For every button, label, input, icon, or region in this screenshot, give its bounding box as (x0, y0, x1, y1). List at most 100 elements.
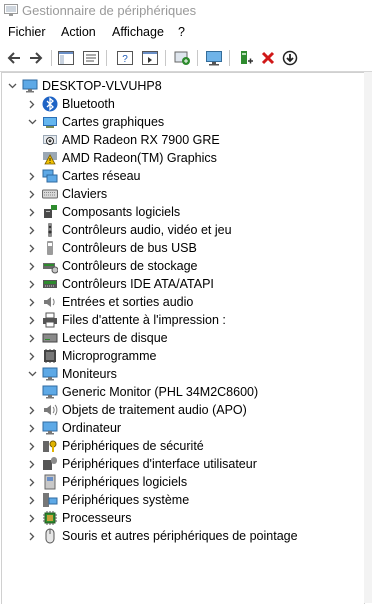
tree-item-label: Composants logiciels (62, 205, 181, 219)
tree-root[interactable]: DESKTOP-VLVUHP8 (6, 77, 162, 95)
tree-category-row[interactable]: Entrées et sorties audio (26, 293, 193, 311)
action-pane-icon[interactable] (139, 47, 161, 69)
chevron-down-icon[interactable] (26, 113, 38, 131)
disk-drive-icon (42, 330, 58, 346)
software-component-icon (42, 204, 58, 220)
toolbar-separator (197, 50, 198, 66)
title-bar: Gestionnaire de périphériques (0, 0, 372, 22)
chevron-right-icon[interactable] (26, 401, 38, 419)
audio-controller-icon (42, 222, 58, 238)
tree-category-row[interactable]: Objets de traitement audio (APO) (26, 401, 247, 419)
menu-affichage[interactable]: Affichage (112, 25, 164, 39)
tree-category-row[interactable]: Microprogramme (26, 347, 156, 365)
tree-category-row[interactable]: Périphériques logiciels (26, 473, 187, 491)
disable-icon[interactable] (279, 47, 301, 69)
chevron-right-icon[interactable] (26, 311, 38, 329)
chevron-right-icon[interactable] (26, 275, 38, 293)
back-arrow-icon[interactable] (3, 47, 25, 69)
chevron-right-icon[interactable] (26, 509, 38, 527)
tree-device-row[interactable]: AMD Radeon RX 7900 GRE (42, 131, 220, 149)
chevron-right-icon[interactable] (26, 329, 38, 347)
tree-category-row[interactable]: Périphériques système (26, 491, 189, 509)
vertical-scrollbar[interactable] (364, 72, 372, 603)
tree-item-label: Cartes réseau (62, 169, 141, 183)
tree-category-row[interactable]: Moniteurs (26, 365, 117, 383)
chevron-right-icon[interactable] (26, 221, 38, 239)
menu-bar: Fichier Action Affichage ? (0, 22, 372, 44)
chevron-down-icon[interactable] (6, 77, 18, 95)
device-manager-app-icon (4, 4, 18, 17)
print-queue-icon (42, 312, 58, 328)
chevron-right-icon[interactable] (26, 437, 38, 455)
tree-category-row[interactable]: Périphériques de sécurité (26, 437, 204, 455)
tree-item-label: Lecteurs de disque (62, 331, 168, 345)
chevron-right-icon[interactable] (26, 473, 38, 491)
chevron-right-icon[interactable] (26, 419, 38, 437)
help-icon[interactable]: ? (114, 47, 136, 69)
uninstall-icon[interactable] (257, 47, 279, 69)
toolbar-separator (229, 50, 230, 66)
tree-category-row[interactable]: Cartes réseau (26, 167, 141, 185)
system-device-icon (42, 492, 58, 508)
show-hide-console-tree-icon[interactable] (55, 47, 77, 69)
tree-item-label: Moniteurs (62, 367, 117, 381)
chevron-right-icon[interactable] (26, 95, 38, 113)
tree-category-row[interactable]: Contrôleurs de bus USB (26, 239, 197, 257)
tree-item-label: Périphériques système (62, 493, 190, 507)
chevron-right-icon[interactable] (26, 455, 38, 473)
computer-icon (42, 420, 58, 436)
chevron-right-icon[interactable] (26, 347, 38, 365)
tree-item-label: Contrôleurs de stockage (62, 259, 198, 273)
menu-action[interactable]: Action (61, 25, 96, 39)
chevron-right-icon[interactable] (26, 491, 38, 509)
chevron-right-icon[interactable] (26, 167, 38, 185)
network-adapter-icon (42, 168, 58, 184)
tree-device-row[interactable]: Generic Monitor (PHL 34M2C8600) (42, 383, 258, 401)
chevron-right-icon[interactable] (26, 293, 38, 311)
tree-item-label: Contrôleurs IDE ATA/ATAPI (62, 277, 214, 291)
firmware-icon (42, 348, 58, 364)
forward-arrow-icon[interactable] (25, 47, 47, 69)
tree-item-label: AMD Radeon(TM) Graphics (62, 151, 217, 165)
tree-item-label: Entrées et sorties audio (62, 295, 194, 309)
usb-icon (42, 240, 58, 256)
tree-category-row[interactable]: Contrôleurs audio, vidéo et jeu (26, 221, 232, 239)
tree-item-label: Files d'attente à l'impression : (62, 313, 226, 327)
tree-category-row[interactable]: Lecteurs de disque (26, 329, 168, 347)
menu-fichier[interactable]: Fichier (8, 25, 46, 39)
chevron-right-icon[interactable] (26, 239, 38, 257)
chevron-down-icon[interactable] (26, 365, 38, 383)
menu-help[interactable]: ? (178, 25, 185, 39)
chevron-right-icon[interactable] (26, 185, 38, 203)
chevron-right-icon[interactable] (26, 257, 38, 275)
tree-category-row[interactable]: Claviers (26, 185, 107, 203)
update-driver-icon[interactable] (171, 47, 193, 69)
tree-category-row[interactable]: Périphériques d'interface utilisateur (26, 455, 257, 473)
tree-category-row[interactable]: Composants logiciels (26, 203, 180, 221)
tree-category-row[interactable]: Files d'attente à l'impression : (26, 311, 226, 329)
tree-category-row[interactable]: Bluetooth (26, 95, 115, 113)
chevron-right-icon[interactable] (26, 203, 38, 221)
svg-text:?: ? (122, 54, 128, 65)
tree-category-row[interactable]: Contrôleurs de stockage (26, 257, 198, 275)
display-adapter-warning-icon (42, 150, 58, 166)
tree-item-label: Souris et autres périphériques de pointa… (62, 529, 298, 543)
add-legacy-icon[interactable] (235, 47, 257, 69)
scan-hardware-icon[interactable] (203, 47, 225, 69)
tree-device-row[interactable]: AMD Radeon(TM) Graphics (42, 149, 217, 167)
window-title: Gestionnaire de périphériques (22, 3, 197, 18)
toolbar: ? (0, 45, 372, 72)
tree-category-row[interactable]: Ordinateur (26, 419, 121, 437)
tree-category-row[interactable]: Contrôleurs IDE ATA/ATAPI (26, 275, 214, 293)
tree-category-row[interactable]: Souris et autres périphériques de pointa… (26, 527, 298, 545)
audio-processing-icon (42, 402, 58, 418)
tree-item-label: AMD Radeon RX 7900 GRE (62, 133, 220, 147)
tree-category-row[interactable]: Cartes graphiques (26, 113, 164, 131)
tree-category-row[interactable]: Processeurs (26, 509, 131, 527)
software-device-icon (42, 474, 58, 490)
chevron-right-icon[interactable] (26, 527, 38, 545)
mouse-icon (42, 528, 58, 544)
properties-icon[interactable] (80, 47, 102, 69)
tree-item-label: Ordinateur (62, 421, 122, 435)
tree-item-label: Claviers (62, 187, 108, 201)
